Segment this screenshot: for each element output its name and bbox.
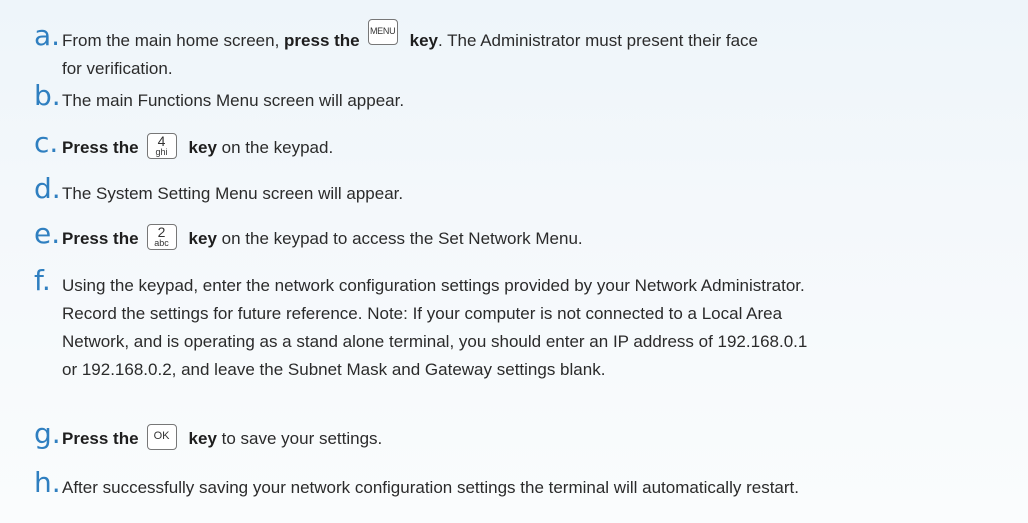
instruction-bold: key [188, 138, 217, 157]
step-line: Record the settings for future reference… [62, 304, 783, 323]
step-line: Network, and is operating as a stand alo… [62, 332, 808, 351]
instruction-bold: Press the [62, 229, 139, 248]
instruction-bold: key [409, 31, 438, 50]
step-letter: e. [34, 217, 61, 250]
step-text: Press the 2 abc key on the keypad to access… [62, 223, 1012, 253]
instruction-bold: Press the [62, 429, 139, 448]
key-4-icon: 4 ghi [146, 132, 177, 159]
step-line: Using the keypad, enter the network conf… [62, 276, 805, 295]
step-letter: h. [34, 466, 61, 499]
step-text-part: to save your settings. [216, 429, 383, 448]
step-text-part: . The Administrator must present their f… [438, 31, 758, 50]
menu-key-icon: MENU [367, 18, 398, 45]
instruction-bold: press the [284, 31, 360, 50]
step-letter: d. [34, 172, 61, 205]
step-text-part: on the keypad to access the Set Network … [216, 229, 583, 248]
key-sub: abc [154, 237, 169, 248]
step-letter: g. [34, 417, 61, 450]
step-text: The main Functions Menu screen will appe… [62, 91, 405, 110]
step-text: Press the 4 ghi key on the keypad. [62, 132, 1012, 162]
step-letter: a. [34, 19, 61, 52]
instruction-page: a. From the main home screen, press the M… [0, 0, 1028, 523]
step-text: The System Setting Menu screen will appe… [62, 184, 404, 203]
step-text: From the main home screen, press the MENU… [62, 18, 1012, 83]
step-text-part: From the main home screen, [62, 31, 285, 50]
ok-key-icon: OK [146, 423, 177, 450]
step-text: After successfully saving your network c… [62, 478, 799, 497]
step-letter: c. [34, 126, 59, 159]
instruction-bold: key [188, 229, 217, 248]
step-line: or 192.168.0.2, and leave the Subnet Mas… [62, 360, 606, 379]
step-letter: b. [34, 79, 61, 112]
key-sub: ghi [155, 146, 168, 157]
step-text-part: for verification. [62, 59, 173, 78]
step-letter: f. [34, 264, 51, 297]
step-text: Using the keypad, enter the network conf… [62, 272, 1012, 384]
instruction-bold: Press the [62, 138, 139, 157]
key-2-icon: 2 abc [146, 223, 177, 250]
step-text: Press the OK key to save your settings. [62, 423, 1012, 453]
step-text-part: on the keypad. [216, 138, 334, 157]
instruction-bold: key [188, 429, 217, 448]
